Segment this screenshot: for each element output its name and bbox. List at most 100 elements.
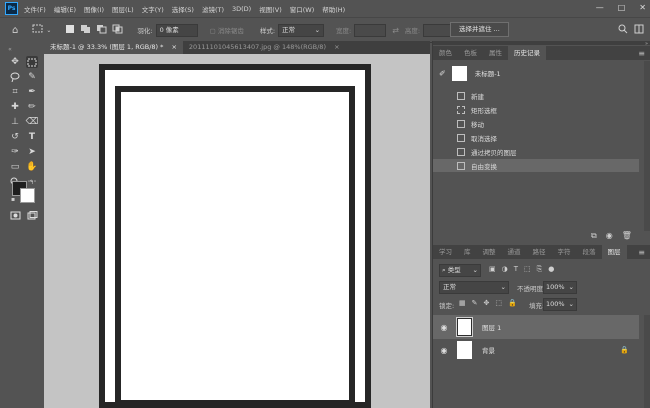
smart-object-filter-icon[interactable]: ⎘ — [537, 265, 543, 274]
type-filter-icon[interactable]: T — [514, 265, 518, 274]
tab-channels[interactable]: 通道 — [502, 245, 527, 259]
type-tool-icon[interactable]: T — [26, 131, 38, 143]
brush-tool-icon[interactable]: ✏ — [26, 101, 38, 113]
menu-select[interactable]: 选择(S) — [172, 4, 194, 14]
subtract-selection-icon[interactable] — [96, 24, 107, 36]
menu-file[interactable]: 文件(F) — [24, 4, 46, 14]
new-document-from-state-icon[interactable]: ⧉ — [591, 231, 597, 241]
chevron-down-icon[interactable]: ⌄ — [46, 27, 51, 34]
minimize-button[interactable]: — — [596, 3, 604, 12]
style-select[interactable]: 正常 ⌄ — [278, 23, 325, 37]
marquee-tool-icon[interactable] — [26, 56, 38, 68]
width-input[interactable] — [354, 23, 387, 37]
select-and-mask-button[interactable]: 选择并遮住 ... — [450, 22, 509, 37]
layer-name[interactable]: 图层 1 — [482, 322, 501, 332]
menu-help[interactable]: 帮助(H) — [322, 4, 345, 14]
history-state[interactable]: 移动 — [433, 117, 639, 130]
history-state-selected[interactable]: 自由变换 — [433, 159, 639, 172]
tab-color[interactable]: 颜色 — [433, 46, 458, 60]
tab-swatches[interactable]: 色板 — [458, 46, 483, 60]
lock-image-icon[interactable]: ✎ — [472, 299, 478, 307]
close-tab-icon[interactable]: × — [334, 43, 339, 51]
feather-input[interactable]: 0 像素 — [155, 23, 198, 37]
history-snapshot[interactable]: ✐ 未标题-1 — [433, 61, 639, 85]
menu-window[interactable]: 窗口(W) — [290, 4, 315, 14]
tab-properties[interactable]: 属性 — [483, 46, 508, 60]
default-colors-icon[interactable]: ▪ — [11, 196, 15, 203]
tab-untitled-1[interactable]: 未标题-1 @ 33.3% (图层 1, RGB/8) * × — [44, 41, 183, 54]
layers-scrollbar[interactable] — [644, 315, 650, 408]
lock-all-icon[interactable]: 🔒 — [508, 299, 517, 307]
tab-history[interactable]: 历史记录 — [508, 46, 546, 60]
tab-paragraph[interactable]: 段落 — [577, 245, 602, 259]
history-scrollbar[interactable] — [644, 61, 650, 231]
spot-healing-tool-icon[interactable]: ✚ — [9, 101, 21, 113]
history-checkbox[interactable] — [439, 148, 447, 156]
history-state[interactable]: 通过拷贝的图层 — [433, 145, 639, 158]
rectangle-tool-icon[interactable]: ▭ — [9, 161, 21, 173]
maximize-button[interactable]: □ — [618, 3, 626, 12]
close-tab-icon[interactable]: × — [171, 43, 176, 51]
menu-filter[interactable]: 滤镜(T) — [202, 4, 224, 14]
layer-row-layer-1[interactable]: ◉ 图层 1 — [433, 315, 639, 339]
layer-row-background[interactable]: ◉ 背景 🔒 — [433, 338, 639, 362]
fill-input[interactable]: 100% ⌄ — [543, 298, 577, 311]
tab-layers[interactable]: 图层 — [601, 245, 627, 259]
workspace-icon[interactable] — [634, 24, 644, 36]
move-tool-icon[interactable]: ✥ — [9, 56, 21, 68]
history-brush-source-icon[interactable]: ✐ — [439, 69, 446, 78]
quick-mask-icon[interactable] — [9, 209, 21, 221]
shape-filter-icon[interactable]: ⬚ — [524, 265, 531, 274]
background-color-swatch[interactable] — [20, 188, 35, 203]
hand-tool-icon[interactable]: ✋ — [26, 161, 38, 173]
antialias-checkbox[interactable]: ▢ 消除锯齿 — [210, 25, 244, 35]
history-checkbox[interactable] — [439, 162, 447, 170]
collapse-toolbar-icon[interactable]: « — [4, 43, 16, 55]
frame-rectangle[interactable] — [115, 86, 355, 406]
menu-edit[interactable]: 编辑(E) — [54, 4, 76, 14]
history-checkbox[interactable] — [439, 106, 447, 114]
tab-learn[interactable]: 学习 — [433, 245, 458, 259]
home-icon[interactable]: ⌂ — [12, 25, 18, 36]
menu-layer[interactable]: 图层(L) — [112, 4, 134, 14]
pen-tool-icon[interactable]: ✑ — [9, 146, 21, 158]
menu-type[interactable]: 文字(Y) — [142, 4, 164, 14]
lock-artboard-icon[interactable]: ⬚ — [495, 299, 502, 307]
tab-adjustments[interactable]: 调整 — [477, 245, 502, 259]
history-checkbox[interactable] — [439, 134, 447, 142]
menu-view[interactable]: 视图(V) — [259, 4, 282, 14]
search-icon[interactable] — [618, 24, 628, 36]
history-checkbox[interactable] — [439, 120, 447, 128]
eyedropper-tool-icon[interactable]: ✒ — [26, 86, 38, 98]
swap-colors-icon[interactable]: ↰ — [29, 179, 34, 186]
crop-tool-icon[interactable]: ⌗ — [9, 86, 21, 98]
camera-icon[interactable]: ◉ — [606, 231, 613, 241]
opacity-input[interactable]: 100% ⌄ — [543, 281, 577, 294]
history-checkbox[interactable] — [439, 92, 447, 100]
tab-paths[interactable]: 路径 — [527, 245, 552, 259]
history-state[interactable]: 取消选择 — [433, 131, 639, 144]
panel-menu-icon[interactable]: ≡ — [638, 248, 645, 257]
swap-icon[interactable]: ⇄ — [392, 26, 399, 35]
new-selection-icon[interactable] — [65, 24, 75, 36]
history-brush-tool-icon[interactable]: ↺ — [9, 131, 21, 143]
lock-transparent-icon[interactable]: ▦ — [459, 299, 466, 307]
add-selection-icon[interactable] — [80, 24, 91, 36]
eye-icon[interactable]: ◉ — [439, 323, 449, 332]
blend-mode-select[interactable]: 正常 ⌄ — [439, 281, 509, 294]
layer-name[interactable]: 背景 — [482, 345, 495, 355]
layer-filter-select[interactable]: ⌕ 类型 ⌄ — [439, 264, 481, 277]
marquee-preset-icon[interactable] — [32, 24, 44, 36]
adjustment-filter-icon[interactable]: ◑ — [502, 265, 508, 274]
lasso-tool-icon[interactable] — [9, 71, 21, 83]
tab-libraries[interactable]: 库 — [458, 245, 477, 259]
eye-icon[interactable]: ◉ — [439, 346, 449, 355]
screen-mode-icon[interactable] — [26, 209, 38, 221]
eraser-tool-icon[interactable]: ⌫ — [26, 116, 39, 128]
menu-image[interactable]: 图像(I) — [84, 4, 104, 14]
trash-icon[interactable]: 🗑 — [622, 231, 632, 241]
clone-stamp-tool-icon[interactable]: ⊥ — [9, 116, 21, 128]
pixel-filter-icon[interactable]: ▣ — [489, 265, 496, 274]
tab-character[interactable]: 字符 — [552, 245, 577, 259]
canvas-area[interactable] — [44, 54, 430, 408]
